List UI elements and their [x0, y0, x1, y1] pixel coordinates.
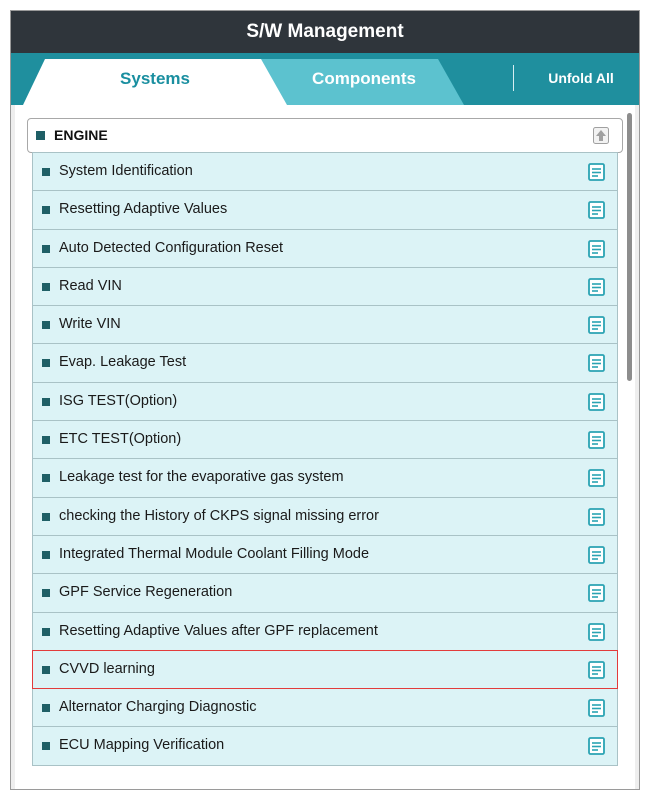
- sw-management-window: S/W Management Components Systems Unfold…: [10, 10, 640, 790]
- list-item-bullet: [42, 704, 50, 713]
- list-item[interactable]: GPF Service Regeneration: [32, 573, 618, 613]
- list-item[interactable]: Leakage test for the evaporative gas sys…: [32, 458, 618, 498]
- list-item[interactable]: Auto Detected Configuration Reset: [32, 228, 618, 268]
- list-item[interactable]: Read VIN: [32, 266, 618, 307]
- list-item[interactable]: Resetting Adaptive Values after GPF repl…: [32, 611, 618, 651]
- document-icon[interactable]: [588, 277, 605, 296]
- list-item-bullet: [42, 512, 50, 521]
- systems-list-panel: ENGINE System Identification Resetting Ad…: [15, 105, 635, 789]
- list-item-bullet: [42, 589, 50, 598]
- list-item-label: Write VIN: [59, 316, 121, 333]
- list-item-bullet: [42, 244, 50, 253]
- list-item[interactable]: CVVD learning: [32, 649, 618, 690]
- list-item-label: Alternator Charging Diagnostic: [59, 699, 257, 716]
- list-item-label: CVVD learning: [59, 660, 155, 677]
- document-icon[interactable]: [588, 546, 605, 564]
- list-item-bullet: [42, 474, 50, 483]
- list-item-label: checking the History of CKPS signal miss…: [59, 507, 379, 524]
- list-item[interactable]: Integrated Thermal Module Coolant Fillin…: [32, 534, 618, 575]
- list-item-label: Resetting Adaptive Values after GPF repl…: [59, 622, 378, 639]
- list-item-bullet: [42, 550, 50, 559]
- scrollbar[interactable]: [627, 113, 632, 381]
- tab-systems-label: Systems: [120, 69, 190, 88]
- list-item[interactable]: Write VIN: [32, 305, 618, 345]
- document-icon[interactable]: [588, 239, 605, 258]
- list-item-bullet: [42, 168, 50, 176]
- list-item-label: ISG TEST(Option): [59, 392, 178, 409]
- list-item-label: GPF Service Regeneration: [59, 584, 233, 601]
- tab-bar: Components Systems Unfold All: [11, 53, 639, 105]
- document-icon[interactable]: [588, 737, 605, 756]
- list-item-label: Leakage test for the evaporative gas sys…: [59, 469, 344, 486]
- tab-systems[interactable]: Systems: [23, 59, 287, 105]
- document-icon[interactable]: [588, 354, 605, 373]
- section-bullet: [36, 131, 45, 140]
- list-item[interactable]: Alternator Charging Diagnostic: [32, 688, 618, 728]
- list-item-bullet: [42, 397, 50, 406]
- engine-function-list: System Identification Resetting Adaptive …: [32, 152, 618, 766]
- list-item[interactable]: Evap. Leakage Test: [32, 343, 618, 383]
- list-item-label: Evap. Leakage Test: [59, 354, 187, 371]
- list-item-bullet: [42, 627, 50, 636]
- list-item[interactable]: checking the History of CKPS signal miss…: [32, 496, 618, 536]
- document-icon[interactable]: [588, 660, 605, 679]
- document-icon[interactable]: [588, 163, 605, 181]
- list-item-label: Read VIN: [59, 277, 122, 294]
- document-icon[interactable]: [588, 584, 605, 603]
- list-item-label: System Identification: [59, 163, 193, 179]
- document-icon[interactable]: [588, 469, 605, 488]
- list-item-bullet: [42, 321, 50, 330]
- list-item-bullet: [42, 206, 50, 215]
- list-item[interactable]: Resetting Adaptive Values: [32, 190, 618, 230]
- document-icon[interactable]: [588, 431, 605, 449]
- unfold-all-button[interactable]: Unfold All: [523, 53, 639, 105]
- list-item[interactable]: ECU Mapping Verification: [32, 726, 618, 766]
- list-item[interactable]: System Identification: [32, 152, 618, 192]
- window-title: S/W Management: [11, 11, 639, 53]
- document-icon[interactable]: [588, 507, 605, 526]
- document-icon[interactable]: [588, 622, 605, 641]
- list-item[interactable]: ETC TEST(Option): [32, 420, 618, 460]
- list-item-bullet: [42, 282, 50, 291]
- document-icon[interactable]: [588, 392, 605, 411]
- list-item-bullet: [42, 665, 50, 674]
- list-item-label: Resetting Adaptive Values: [59, 201, 228, 218]
- list-item[interactable]: ISG TEST(Option): [32, 381, 618, 422]
- list-item-label: ECU Mapping Verification: [59, 737, 225, 754]
- document-icon[interactable]: [588, 699, 605, 718]
- list-item-label: Auto Detected Configuration Reset: [59, 239, 284, 256]
- section-header-engine[interactable]: ENGINE: [27, 118, 623, 153]
- list-item-bullet: [42, 359, 50, 368]
- list-item-label: Integrated Thermal Module Coolant Fillin…: [59, 545, 370, 562]
- list-item-bullet: [42, 742, 50, 751]
- tab-divider: [513, 65, 514, 91]
- list-item-bullet: [42, 436, 50, 445]
- section-title: ENGINE: [54, 127, 108, 143]
- document-icon[interactable]: [588, 316, 605, 335]
- collapse-up-icon[interactable]: [593, 127, 609, 144]
- document-icon[interactable]: [588, 201, 605, 220]
- list-item-label: ETC TEST(Option): [59, 431, 182, 448]
